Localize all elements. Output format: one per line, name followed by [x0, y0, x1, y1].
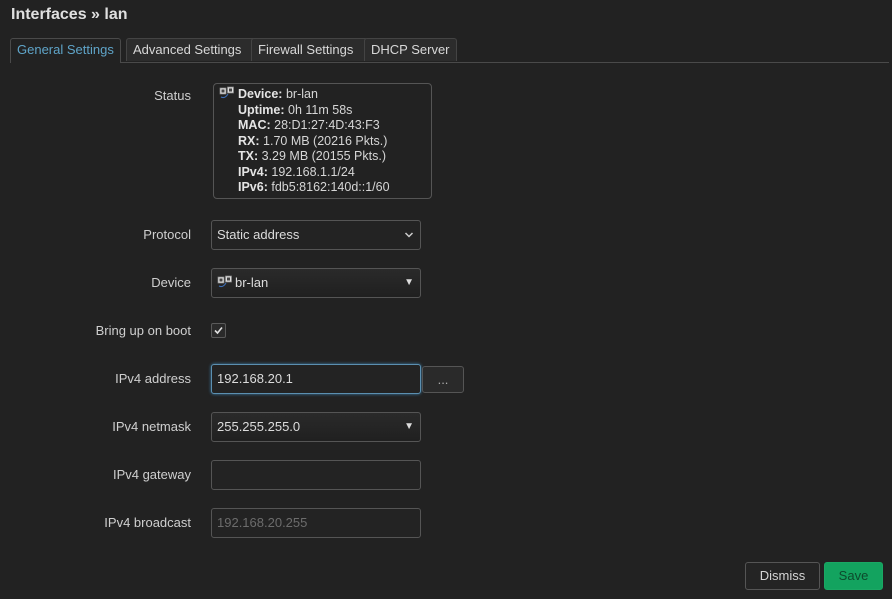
- status-mac-line: MAC: 28:D1:27:4D:43:F3: [219, 118, 431, 134]
- status-ipv6-line: IPv6: fdb5:8162:140d::1/60: [219, 180, 431, 196]
- status-value: 3.29 MB (20155 Pkts.): [261, 149, 386, 163]
- status-value: 1.70 MB (20216 Pkts.): [263, 133, 388, 148]
- chevron-down-icon: [404, 232, 414, 238]
- ipv4-gateway-input[interactable]: [211, 460, 421, 490]
- status-key: MAC:: [238, 118, 271, 132]
- status-value: 28:D1:27:4D:43:F3: [274, 118, 380, 132]
- dropdown-arrow-icon: ▼: [404, 277, 414, 288]
- dismiss-button[interactable]: Dismiss: [745, 562, 820, 590]
- ipv4-netmask-label: IPv4 netmask: [112, 419, 191, 434]
- tab-firewall-settings[interactable]: Firewall Settings: [251, 38, 368, 61]
- protocol-select[interactable]: Static address: [211, 220, 421, 250]
- device-value: br-lan: [235, 275, 269, 290]
- status-tx-line: TX: 3.29 MB (20155 Pkts.): [219, 149, 431, 165]
- tab-general-settings[interactable]: General Settings: [10, 38, 121, 63]
- ipv4-address-input[interactable]: 192.168.20.1: [211, 364, 421, 394]
- status-device-line: Device: br-lan: [219, 86, 431, 103]
- status-key: Uptime:: [238, 102, 285, 117]
- ipv4-gateway-label: IPv4 gateway: [112, 467, 191, 482]
- status-key: IPv4:: [238, 164, 268, 179]
- ipv4-netmask-select[interactable]: 255.255.255.0 ▼: [211, 412, 421, 442]
- status-value: 0h 11m 58s: [288, 102, 353, 117]
- ipv4-address-more-button[interactable]: ...: [422, 366, 464, 393]
- bring-up-on-boot-label: Bring up on boot: [95, 323, 191, 338]
- ipv4-broadcast-placeholder: 192.168.20.255: [217, 515, 308, 530]
- device-select[interactable]: br-lan ▼: [211, 268, 421, 298]
- network-device-icon: [219, 86, 234, 99]
- status-key: RX:: [238, 133, 260, 148]
- status-value: br-lan: [285, 87, 318, 101]
- status-value: 192.168.1.1/24: [271, 164, 355, 179]
- device-label: Device: [151, 275, 191, 290]
- checkmark-icon: [214, 326, 223, 335]
- tab-advanced-settings[interactable]: Advanced Settings: [126, 38, 256, 61]
- page-title: Interfaces » lan: [11, 6, 128, 23]
- status-rx-line: RX: 1.70 MB (20216 Pkts.): [219, 134, 431, 150]
- protocol-value: Static address: [217, 227, 300, 242]
- network-device-icon: [217, 275, 232, 288]
- status-key: TX:: [238, 149, 259, 163]
- tab-dhcp-server[interactable]: DHCP Server: [364, 38, 457, 61]
- protocol-label: Protocol: [143, 227, 191, 242]
- status-label: Status: [154, 88, 191, 103]
- tab-bar: General Settings Advanced Settings Firew…: [10, 38, 889, 63]
- ipv4-netmask-value: 255.255.255.0: [217, 419, 301, 434]
- status-key: IPv6:: [238, 180, 268, 194]
- save-button[interactable]: Save: [824, 562, 883, 590]
- ipv4-broadcast-label: IPv4 broadcast: [104, 515, 191, 530]
- ipv4-broadcast-input[interactable]: 192.168.20.255: [211, 508, 421, 538]
- status-key: Device:: [238, 87, 283, 101]
- dropdown-arrow-icon: ▼: [404, 421, 414, 432]
- bring-up-on-boot-checkbox[interactable]: [211, 323, 226, 338]
- status-panel: Device: br-lan Uptime: 0h 11m 58s MAC: 2…: [213, 83, 432, 199]
- status-value: fdb5:8162:140d::1/60: [271, 180, 390, 194]
- ipv4-address-label: IPv4 address: [115, 371, 191, 386]
- status-uptime-line: Uptime: 0h 11m 58s: [219, 103, 431, 119]
- status-ipv4-line: IPv4: 192.168.1.1/24: [219, 165, 431, 181]
